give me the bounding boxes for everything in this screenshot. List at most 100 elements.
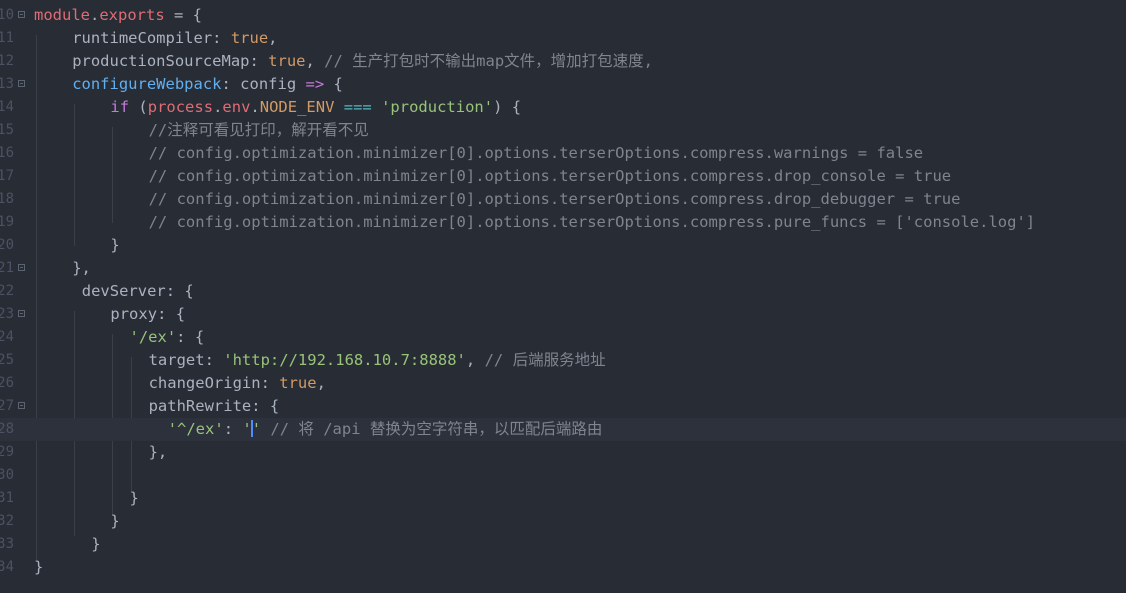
code-token: : xyxy=(223,420,243,438)
line-number: 24 xyxy=(0,329,14,345)
code-token: , xyxy=(465,351,485,369)
code-text: // config.optimization.minimizer[0].opti… xyxy=(149,165,952,188)
code-text: } xyxy=(130,487,139,510)
code-token: : { xyxy=(165,282,194,300)
line-number: 10 xyxy=(0,7,14,23)
code-token: : xyxy=(212,29,231,47)
line-number: 14 xyxy=(0,99,14,115)
code-line[interactable]: 20} xyxy=(0,234,1126,257)
code-token: : { xyxy=(157,305,186,323)
line-number: 15 xyxy=(0,122,14,138)
code-token: . xyxy=(250,98,260,116)
line-number: 20 xyxy=(0,237,14,253)
code-line[interactable]: 15 //注释可看见打印，解开看不见 xyxy=(0,119,1126,142)
code-token: // 后端服务地址 xyxy=(484,351,606,369)
fold-toggle-icon[interactable] xyxy=(18,402,25,409)
code-line[interactable]: 25 target: 'http://192.168.10.7:8888', //… xyxy=(0,349,1126,372)
line-number: 11 xyxy=(0,30,14,46)
code-token: // 将 /api 替换为空字符串，以匹配后端路由 xyxy=(270,420,603,438)
code-line[interactable]: 29}, xyxy=(0,441,1126,464)
code-text: proxy: { xyxy=(110,303,185,326)
code-token: { xyxy=(324,75,343,93)
code-token: exports xyxy=(99,6,165,24)
line-number: 22 xyxy=(0,283,14,299)
code-token: true xyxy=(268,52,306,70)
code-token: }, xyxy=(148,443,168,461)
code-line[interactable]: 30 xyxy=(0,464,1126,487)
code-text: '^/ex': '' // 将 /api 替换为空字符串，以匹配后端路由 xyxy=(168,418,603,441)
code-line[interactable]: 27 pathRewrite: { xyxy=(0,395,1126,418)
code-token: : xyxy=(260,374,280,392)
code-text: // config.optimization.minimizer[0].opti… xyxy=(149,142,924,165)
code-line[interactable]: 32} xyxy=(0,510,1126,533)
code-line[interactable]: 34} xyxy=(0,556,1126,579)
code-line[interactable]: 12 productionSourceMap: true, // 生产打包时不输出… xyxy=(0,50,1126,73)
code-token: . xyxy=(213,98,223,116)
code-text: }, xyxy=(72,257,91,280)
line-number: 19 xyxy=(0,214,14,230)
code-text: module.exports = { xyxy=(34,4,202,27)
code-token: } xyxy=(34,558,44,576)
code-line[interactable]: 17 // config.optimization.minimizer[0].op… xyxy=(0,165,1126,188)
code-line[interactable]: 23 proxy: { xyxy=(0,303,1126,326)
code-text: } xyxy=(91,533,100,556)
line-number: 32 xyxy=(0,513,14,529)
code-line[interactable]: 13 configureWebpack: config => { xyxy=(0,73,1126,96)
code-line[interactable]: 14 if (process.env.NODE_ENV === 'producti… xyxy=(0,96,1126,119)
code-text: devServer: { xyxy=(82,280,194,303)
code-token: proxy xyxy=(110,305,158,323)
code-token: ( xyxy=(129,98,148,116)
code-token: } xyxy=(110,236,120,254)
code-line[interactable]: 21}, xyxy=(0,257,1126,280)
code-token: target xyxy=(148,351,205,369)
code-line[interactable]: 24 '/ex': { xyxy=(0,326,1126,349)
code-line[interactable]: 28 '^/ex': '' // 将 /api 替换为空字符串，以匹配后端路由 xyxy=(0,418,1126,441)
code-line[interactable]: 22 devServer: { xyxy=(0,280,1126,303)
code-line[interactable]: 26 changeOrigin: true, xyxy=(0,372,1126,395)
code-token: productionSourceMap xyxy=(72,52,250,70)
code-token: , xyxy=(305,52,325,70)
code-token: : { xyxy=(251,397,280,415)
fold-toggle-icon[interactable] xyxy=(18,80,25,87)
code-token: , xyxy=(268,29,278,47)
code-token: , xyxy=(316,374,326,392)
line-number: 25 xyxy=(0,352,14,368)
line-number: 28 xyxy=(0,421,14,437)
code-token: changeOrigin xyxy=(148,374,261,392)
code-token: ' xyxy=(251,420,262,438)
line-number: 23 xyxy=(0,306,14,322)
line-number: 13 xyxy=(0,76,14,92)
code-line[interactable]: 10 module.exports = { xyxy=(0,4,1126,27)
code-token: pathRewrite xyxy=(148,397,252,415)
fold-toggle-icon[interactable] xyxy=(18,264,25,271)
code-text: } xyxy=(110,234,119,257)
code-token: true xyxy=(230,29,269,47)
code-line[interactable]: 16 // config.optimization.minimizer[0].op… xyxy=(0,142,1126,165)
code-line[interactable]: 18 // config.optimization.minimizer[0].op… xyxy=(0,188,1126,211)
code-text: } xyxy=(34,556,43,579)
code-line[interactable]: 11 runtimeCompiler: true, xyxy=(0,27,1126,50)
code-text: //注释可看见打印，解开看不见 xyxy=(149,119,369,142)
line-number: 16 xyxy=(0,145,14,161)
code-text: pathRewrite: { xyxy=(149,395,280,418)
code-token: //注释可看见打印，解开看不见 xyxy=(148,121,369,139)
fold-toggle-icon[interactable] xyxy=(18,11,25,18)
code-line[interactable]: 19 // config.optimization.minimizer[0].op… xyxy=(0,211,1126,234)
code-token: // config.optimization.minimizer[0].opti… xyxy=(148,167,952,185)
code-token: NODE_ENV xyxy=(259,98,335,116)
code-editor[interactable]: 10 module.exports = {11 runtimeCompiler: t… xyxy=(0,0,1126,593)
line-number: 26 xyxy=(0,375,14,391)
code-token: // 生产打包时不输出map文件，增加打包速度, xyxy=(324,52,653,70)
code-token: : config xyxy=(221,75,306,93)
code-line[interactable]: 33} xyxy=(0,533,1126,556)
code-token: true xyxy=(279,374,317,392)
line-number: 27 xyxy=(0,398,14,414)
code-token: devServer xyxy=(81,282,166,300)
fold-toggle-icon[interactable] xyxy=(18,310,25,317)
code-token: env xyxy=(222,98,251,116)
code-line[interactable]: 31} xyxy=(0,487,1126,510)
code-token: // config.optimization.minimizer[0].opti… xyxy=(148,213,1036,231)
code-token: module xyxy=(34,6,90,24)
code-token: configureWebpack xyxy=(72,75,222,93)
